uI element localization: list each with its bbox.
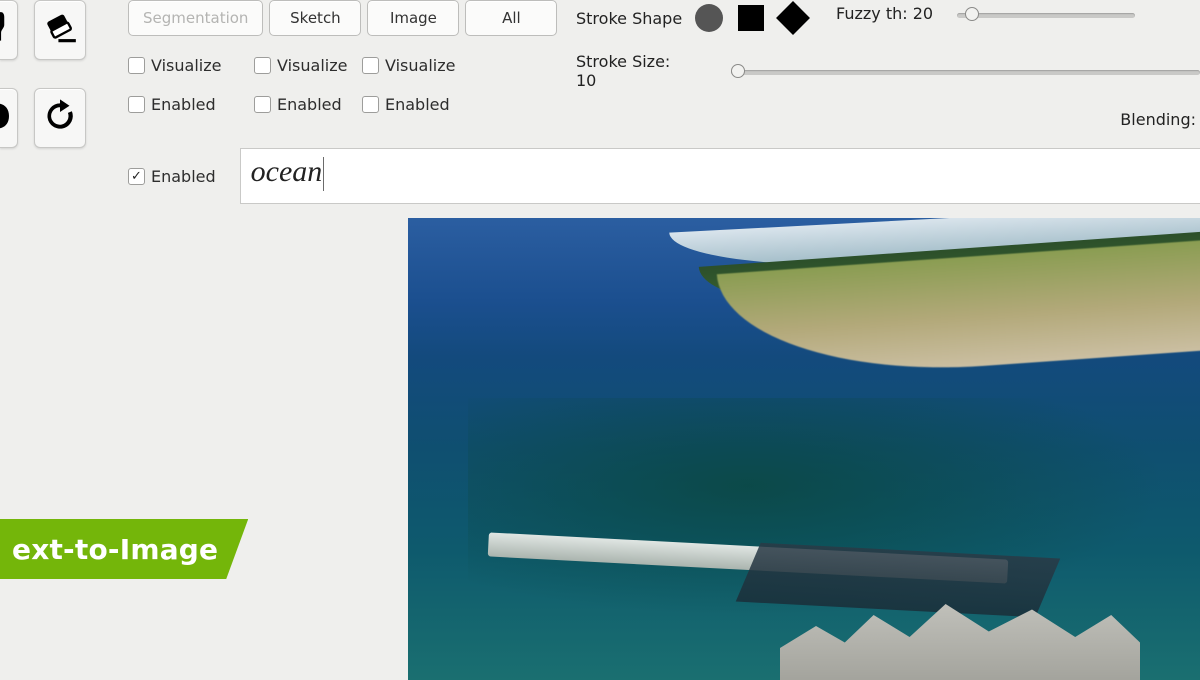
image-canvas[interactable] [408,218,1200,680]
blending-label: Blending: [1120,110,1196,129]
sketch-enabled-checkbox[interactable] [254,96,271,113]
text-to-image-badge: ext-to-Image [0,519,248,579]
checkbox-label: Enabled [151,167,216,186]
all-button[interactable]: All [465,0,557,36]
segmentation-enabled-checkbox[interactable] [128,96,145,113]
image-visualize-checkbox[interactable] [362,57,379,74]
prompt-text-input[interactable]: ocean [240,148,1200,204]
checkbox-label: Enabled [277,95,342,114]
eraser-tool-button[interactable] [34,0,86,60]
slider-track [731,70,1200,75]
checkbox-label: Enabled [151,95,216,114]
stroke-size-label: Stroke Size: 10 [576,52,695,90]
text-enabled-cell: Enabled [128,167,216,186]
checkbox-label: Visualize [385,56,455,75]
segmentation-enabled-cell: Enabled [128,95,254,114]
fuzzy-threshold-slider[interactable] [957,5,1135,23]
prompt-text-value: ocean [251,155,323,188]
text-input-row: Enabled ocean [128,148,1200,204]
checkbox-label: Visualize [277,56,347,75]
stroke-size-slider[interactable] [731,62,1200,80]
visualize-row: Visualize Visualize Visualize [128,56,470,75]
slider-thumb[interactable] [965,7,979,21]
diamond-icon [776,1,810,35]
tool-row-1 [0,0,86,60]
redo-tool-button[interactable] [34,88,86,148]
segmentation-visualize-cell: Visualize [128,56,254,75]
checkbox-label: Visualize [151,56,221,75]
circle-icon [695,4,723,32]
image-visualize-cell: Visualize [362,56,470,75]
fuzzy-threshold-label: Fuzzy th: 20 [836,4,933,23]
checkbox-grid: Visualize Visualize Visualize Enabled En… [128,56,470,134]
stroke-shape-diamond[interactable] [778,3,808,33]
undo-tool-button[interactable] [0,88,18,148]
sketch-enabled-cell: Enabled [254,95,362,114]
square-icon [738,5,764,31]
slider-thumb[interactable] [731,64,745,78]
sketch-visualize-cell: Visualize [254,56,362,75]
image-enabled-cell: Enabled [362,95,470,114]
mode-button-row: Segmentation Sketch Image All [128,0,557,36]
image-enabled-checkbox[interactable] [362,96,379,113]
redo-icon [41,97,79,139]
undo-icon [0,97,28,139]
tool-column [0,0,86,148]
fuzzy-threshold-group: Fuzzy th: 20 [836,4,1135,23]
stroke-shape-square[interactable] [736,3,766,33]
segmentation-visualize-checkbox[interactable] [128,57,145,74]
checkbox-label: Enabled [385,95,450,114]
text-enabled-checkbox[interactable] [128,168,145,185]
sketch-button[interactable]: Sketch [269,0,361,36]
stroke-shape-group: Stroke Shape [576,0,808,36]
stroke-shape-label: Stroke Shape [576,9,682,28]
eraser-icon [41,9,79,51]
brush-icon [0,9,28,51]
image-button[interactable]: Image [367,0,459,36]
segmentation-button[interactable]: Segmentation [128,0,263,36]
slider-track [957,13,1135,18]
stroke-size-group: Stroke Size: 10 [576,52,1200,90]
text-caret [323,157,324,191]
tool-row-2 [0,88,86,148]
enabled-row: Enabled Enabled Enabled [128,95,470,114]
brush-tool-button[interactable] [0,0,18,60]
sketch-visualize-checkbox[interactable] [254,57,271,74]
stroke-shape-circle[interactable] [694,3,724,33]
